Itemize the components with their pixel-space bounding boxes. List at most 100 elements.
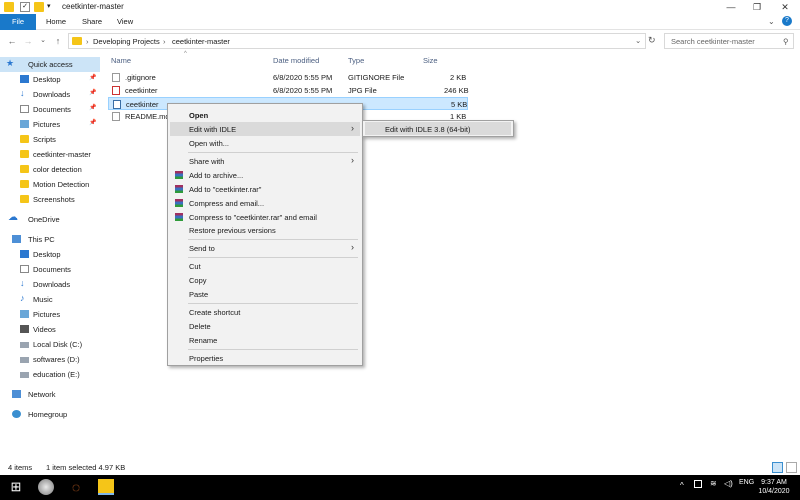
customize-toolbar-icon[interactable]: ▾ bbox=[47, 2, 57, 12]
up-icon[interactable]: ↑ bbox=[52, 35, 64, 47]
nav-item-motion-detection[interactable]: Motion Detection bbox=[0, 177, 100, 192]
nav-item-screenshots[interactable]: Screenshots bbox=[0, 192, 100, 207]
power-icon[interactable] bbox=[694, 480, 702, 488]
recent-locations-icon[interactable]: ⌄ bbox=[37, 35, 49, 47]
nav-item-color-detection[interactable]: color detection bbox=[0, 162, 100, 177]
nav-pc-documents[interactable]: Documents bbox=[0, 262, 100, 277]
nav-item-downloads[interactable]: ↓ Downloads 📌 bbox=[0, 87, 100, 102]
nav-label: Scripts bbox=[33, 135, 56, 144]
menu-label: Rename bbox=[189, 336, 218, 345]
menu-item-delete[interactable]: Delete bbox=[170, 319, 360, 333]
clock[interactable]: 9:37 AM 10/4/2020 bbox=[752, 478, 796, 496]
menu-item-cut[interactable]: Cut bbox=[170, 259, 360, 273]
new-folder-icon[interactable] bbox=[34, 2, 44, 12]
menu-item-copy[interactable]: Copy bbox=[170, 273, 360, 287]
menu-item-compress-rar-email[interactable]: Compress to "ceetkinter.rar" and email bbox=[170, 210, 360, 224]
nav-item-documents[interactable]: Documents 📌 bbox=[0, 102, 100, 117]
nav-pc-education-e[interactable]: education (E:) bbox=[0, 367, 100, 382]
properties-icon[interactable]: ✓ bbox=[20, 2, 30, 12]
pin-icon: 📌 bbox=[89, 120, 97, 126]
back-icon[interactable]: ← bbox=[6, 35, 18, 47]
large-icons-view-icon[interactable] bbox=[786, 462, 797, 473]
menu-item-open-with[interactable]: Open with... bbox=[170, 136, 360, 150]
menu-separator bbox=[188, 257, 358, 258]
winrar-icon bbox=[175, 171, 183, 179]
nav-pc-videos[interactable]: Videos bbox=[0, 322, 100, 337]
column-header-date[interactable]: Date modified bbox=[273, 56, 319, 65]
jupyter-icon[interactable]: ◌ bbox=[68, 479, 84, 495]
nav-pc-music[interactable]: ♪ Music bbox=[0, 292, 100, 307]
restore-icon[interactable]: ❐ bbox=[744, 0, 770, 14]
column-header-size[interactable]: Size bbox=[423, 56, 438, 65]
nav-onedrive[interactable]: ☁ OneDrive bbox=[0, 212, 100, 227]
wifi-icon[interactable]: ≋ bbox=[710, 479, 717, 488]
menu-item-open[interactable]: Open bbox=[170, 108, 360, 122]
file-explorer-icon[interactable] bbox=[98, 479, 114, 495]
tab-home[interactable]: Home bbox=[36, 14, 76, 30]
tab-share[interactable]: Share bbox=[72, 14, 112, 30]
nav-label: education (E:) bbox=[33, 370, 80, 379]
context-menu: Open Edit with IDLE › Open with... Share… bbox=[167, 103, 363, 366]
column-header-type[interactable]: Type bbox=[348, 56, 364, 65]
address-dropdown-icon[interactable]: ⌄ bbox=[635, 36, 641, 45]
breadcrumb-developing-projects[interactable]: Developing Projects bbox=[93, 37, 160, 46]
pictures-icon bbox=[20, 310, 29, 318]
tab-file[interactable]: File bbox=[0, 14, 36, 30]
windows-start-icon[interactable]: ⊞ bbox=[8, 479, 24, 495]
volume-icon[interactable]: ◁) bbox=[724, 479, 733, 488]
nav-label: Music bbox=[33, 295, 53, 304]
nav-pc-softwares-d[interactable]: softwares (D:) bbox=[0, 352, 100, 367]
expand-ribbon-icon[interactable]: ⌄ bbox=[768, 17, 775, 26]
close-icon[interactable]: ✕ bbox=[772, 0, 798, 14]
menu-item-add-to-rar[interactable]: Add to "ceetkinter.rar" bbox=[170, 182, 360, 196]
file-row[interactable]: ceetkinter 6/8/2020 5:55 PM JPG File 246… bbox=[108, 84, 469, 97]
nav-homegroup[interactable]: Homegroup bbox=[0, 407, 100, 422]
menu-item-edit-with-idle[interactable]: Edit with IDLE › bbox=[170, 122, 360, 136]
nav-pc-downloads[interactable]: ↓ Downloads bbox=[0, 277, 100, 292]
forward-icon[interactable]: → bbox=[22, 35, 34, 47]
nav-this-pc[interactable]: This PC bbox=[0, 232, 100, 247]
nav-item-pictures[interactable]: Pictures 📌 bbox=[0, 117, 100, 132]
folder-icon bbox=[20, 165, 29, 173]
menu-label: Compress to "ceetkinter.rar" and email bbox=[189, 213, 317, 222]
menu-item-add-to-archive[interactable]: Add to archive... bbox=[170, 168, 360, 182]
address-bar[interactable]: › Developing Projects › ceetkinter-maste… bbox=[68, 33, 646, 49]
nav-label: Documents bbox=[33, 265, 71, 274]
submenu-item-idle-3-8[interactable]: Edit with IDLE 3.8 (64-bit) bbox=[365, 122, 511, 135]
nav-item-ceetkinter-master[interactable]: ceetkinter-master bbox=[0, 147, 100, 162]
refresh-icon[interactable]: ↻ bbox=[648, 35, 656, 46]
menu-item-compress-and-email[interactable]: Compress and email... bbox=[170, 196, 360, 210]
nav-pc-desktop[interactable]: Desktop bbox=[0, 247, 100, 262]
browser-icon[interactable] bbox=[38, 479, 54, 495]
help-icon[interactable]: ? bbox=[782, 16, 792, 26]
nav-item-scripts[interactable]: Scripts bbox=[0, 132, 100, 147]
nav-network[interactable]: Network bbox=[0, 387, 100, 402]
menu-item-paste[interactable]: Paste bbox=[170, 287, 360, 301]
menu-label: Share with bbox=[189, 157, 225, 166]
nav-pc-pictures[interactable]: Pictures bbox=[0, 307, 100, 322]
column-header-name[interactable]: Name bbox=[111, 56, 131, 65]
nav-label: Pictures bbox=[33, 120, 61, 129]
minimize-icon[interactable]: — bbox=[718, 0, 744, 14]
menu-label: Copy bbox=[189, 276, 207, 285]
menu-item-properties[interactable]: Properties bbox=[170, 351, 360, 365]
breadcrumb-ceetkinter-master[interactable]: ceetkinter-master bbox=[172, 37, 230, 46]
file-row[interactable]: .gitignore 6/8/2020 5:55 PM GITIGNORE Fi… bbox=[108, 71, 468, 84]
menu-item-restore-previous-versions[interactable]: Restore previous versions bbox=[170, 223, 360, 237]
menu-item-send-to[interactable]: Send to › bbox=[170, 241, 360, 255]
tray-chevron-up-icon[interactable]: ^ bbox=[680, 481, 684, 490]
search-input[interactable]: Search ceetkinter-master ⚲ bbox=[664, 33, 794, 49]
window-title: ceetkinter-master bbox=[62, 2, 124, 11]
tab-view[interactable]: View bbox=[107, 14, 143, 30]
menu-item-share-with[interactable]: Share with › bbox=[170, 154, 360, 168]
menu-item-create-shortcut[interactable]: Create shortcut bbox=[170, 305, 360, 319]
nav-label: Downloads bbox=[33, 280, 71, 289]
nav-quick-access[interactable]: ★ Quick access bbox=[0, 57, 100, 72]
details-view-icon[interactable] bbox=[772, 462, 783, 473]
nav-item-desktop[interactable]: Desktop 📌 bbox=[0, 72, 100, 87]
menu-label: Edit with IDLE bbox=[189, 125, 237, 134]
menu-item-rename[interactable]: Rename bbox=[170, 333, 360, 347]
nav-pc-local-disk-c[interactable]: Local Disk (C:) bbox=[0, 337, 100, 352]
file-name: README.md bbox=[125, 112, 170, 121]
image-file-icon bbox=[112, 86, 120, 95]
